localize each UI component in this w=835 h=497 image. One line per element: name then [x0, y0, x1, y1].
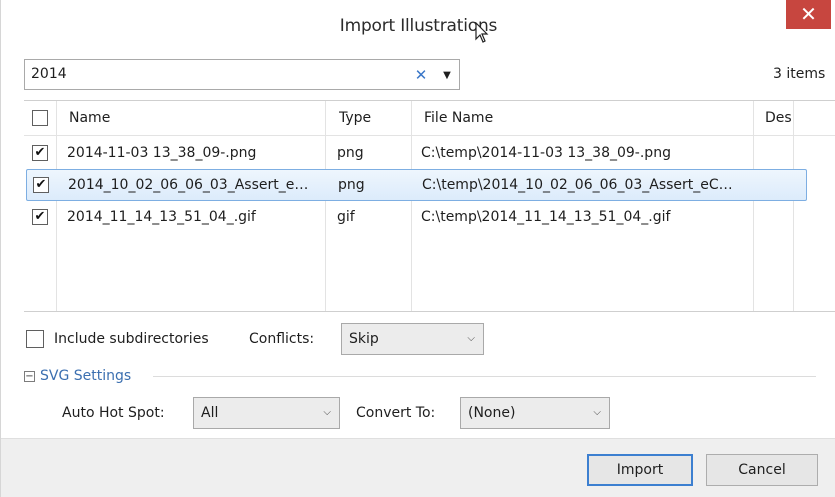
svg-settings-header[interactable]: − SVG Settings — [24, 366, 131, 386]
chevron-down-icon: ⌵ — [593, 407, 601, 418]
cancel-button[interactable]: Cancel — [706, 454, 818, 486]
column-header-type[interactable]: Type — [339, 101, 409, 135]
row-checkbox[interactable]: ✔ — [32, 145, 48, 161]
import-button[interactable]: Import — [587, 454, 693, 486]
row-type: gif — [337, 209, 355, 225]
import-illustrations-dialog: Import Illustrations ✕ ✕ ▼ 3 items Name … — [0, 0, 835, 497]
column-header-file-name[interactable]: File Name — [424, 101, 744, 135]
row-name: 2014_10_02_06_06_03_Assert_e… — [68, 177, 309, 193]
column-header-description[interactable]: Des — [765, 101, 793, 135]
auto-hot-spot-select[interactable]: All ⌵ — [193, 397, 340, 429]
mouse-cursor-icon — [475, 22, 489, 43]
header-divider — [24, 135, 835, 136]
table-row[interactable]: ✔ 2014_11_14_13_51_04_.gif gif C:\temp\2… — [24, 201, 835, 233]
row-checkbox[interactable]: ✔ — [33, 177, 49, 193]
window-title: Import Illustrations — [339, 16, 498, 36]
include-subdirectories-label[interactable]: Include subdirectories — [54, 322, 209, 356]
import-options-row: Include subdirectories Conflicts: Skip ⌵ — [24, 322, 835, 356]
group-divider — [153, 376, 816, 377]
close-button[interactable]: ✕ — [786, 0, 831, 29]
table-row-selected[interactable]: ✔ 2014_10_02_06_06_03_Assert_e… png C:\t… — [26, 169, 807, 201]
items-count: 3 items — [773, 66, 826, 82]
title-bar: Import Illustrations ✕ — [1, 0, 835, 50]
row-type: png — [338, 177, 365, 193]
auto-hot-spot-value: All — [201, 405, 219, 421]
row-name: 2014-11-03 13_38_09-.png — [67, 145, 257, 161]
row-type: png — [337, 145, 364, 161]
conflicts-select[interactable]: Skip ⌵ — [341, 323, 484, 355]
chevron-down-icon: ⌵ — [467, 333, 475, 344]
svg-settings-title: SVG Settings — [40, 368, 132, 384]
clear-filter-icon[interactable]: ✕ — [414, 64, 428, 86]
convert-to-value: (None) — [468, 405, 516, 421]
filter-input[interactable] — [31, 60, 401, 89]
dialog-footer: Import Cancel — [1, 438, 835, 497]
filter-dropdown-icon[interactable]: ▼ — [440, 65, 454, 87]
convert-to-label: Convert To: — [356, 405, 436, 421]
collapse-icon[interactable]: − — [24, 371, 35, 382]
column-header-name[interactable]: Name — [69, 101, 319, 135]
table-row[interactable]: ✔ 2014-11-03 13_38_09-.png png C:\temp\2… — [24, 137, 835, 169]
include-subdirectories-checkbox[interactable] — [26, 330, 44, 348]
row-checkbox[interactable]: ✔ — [32, 209, 48, 225]
conflicts-label: Conflicts: — [249, 331, 315, 347]
files-table: Name Type File Name Des ✔ 2014-11-03 13_… — [24, 100, 835, 312]
convert-to-select[interactable]: (None) ⌵ — [460, 397, 610, 429]
row-file-name: C:\temp\2014-11-03 13_38_09-.png — [421, 145, 671, 161]
conflicts-value: Skip — [349, 331, 379, 347]
chevron-down-icon: ⌵ — [323, 407, 331, 418]
row-file-name: C:\temp\2014_10_02_06_06_03_Assert_eC… — [422, 177, 733, 193]
filter-combobox: ✕ ▼ — [24, 59, 460, 90]
auto-hot-spot-label: Auto Hot Spot: — [62, 405, 165, 421]
filter-row: ✕ ▼ 3 items — [24, 59, 835, 90]
select-all-checkbox[interactable] — [32, 110, 48, 126]
row-name: 2014_11_14_13_51_04_.gif — [67, 209, 256, 225]
row-file-name: C:\temp\2014_11_14_13_51_04_.gif — [421, 209, 671, 225]
